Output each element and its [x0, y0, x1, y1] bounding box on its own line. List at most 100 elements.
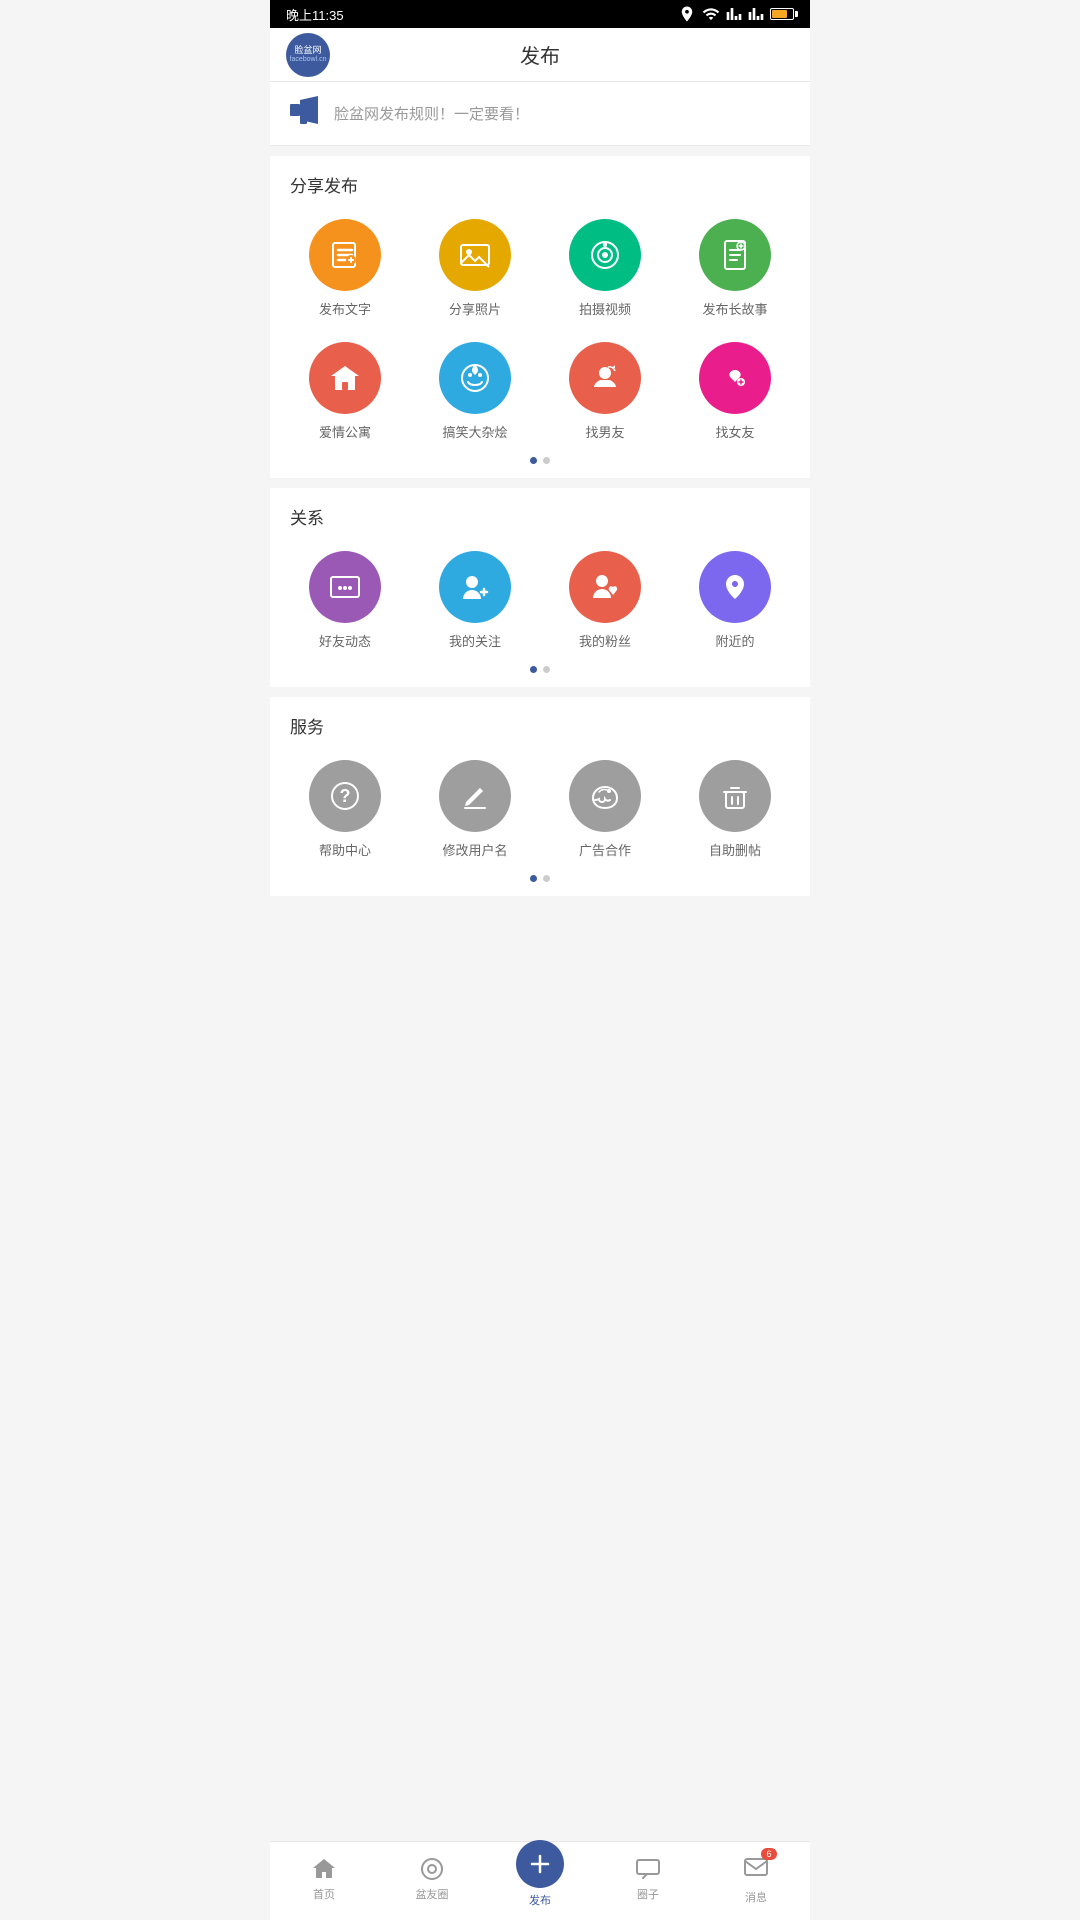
- my-fans-label: 我的粉丝: [579, 631, 631, 650]
- dot-active: [530, 457, 537, 464]
- share-dots: [270, 449, 810, 468]
- friends-feed-item[interactable]: 好友动态: [280, 543, 410, 658]
- record-video-item[interactable]: 拍摄视频: [540, 211, 670, 326]
- relation-dots: [270, 658, 810, 677]
- svg-text:?: ?: [340, 786, 351, 806]
- record-video-label: 拍摄视频: [579, 299, 631, 318]
- share-photo-item[interactable]: 分享照片: [410, 211, 540, 326]
- announcement-bar[interactable]: 脸盆网发布规则！一定要看！: [270, 82, 810, 146]
- my-fans-icon: [569, 551, 641, 623]
- service-section-title: 服务: [270, 713, 810, 752]
- logo-sub: facebowl.cn: [290, 56, 327, 63]
- nearby-icon: [699, 551, 771, 623]
- announcement-text: 脸盆网发布规则！一定要看！: [334, 103, 529, 124]
- long-story-label: 发布长故事: [702, 299, 767, 318]
- publish-text-label: 发布文字: [319, 299, 371, 318]
- publish-add-btn[interactable]: [516, 1840, 564, 1888]
- nav-publish[interactable]: 发布: [486, 1850, 594, 1908]
- status-time: 晚上11:35: [286, 5, 344, 24]
- long-story-item[interactable]: 发布长故事: [670, 211, 800, 326]
- share-photo-label: 分享照片: [449, 299, 501, 318]
- nav-messages-label: 消息: [745, 1889, 767, 1905]
- dot-inactive2: [543, 666, 550, 673]
- home-icon: [311, 1856, 337, 1882]
- my-fans-item[interactable]: 我的粉丝: [540, 543, 670, 658]
- announcement-icon: [290, 96, 322, 131]
- share-photo-icon: [439, 219, 511, 291]
- publish-text-item[interactable]: 发布文字: [280, 211, 410, 326]
- change-username-item[interactable]: 修改用户名: [410, 752, 540, 867]
- dot-active2: [530, 666, 537, 673]
- nav-groups[interactable]: 圈子: [594, 1856, 702, 1902]
- dot-inactive: [543, 457, 550, 464]
- help-label: 帮助中心: [319, 840, 371, 859]
- service-section: 服务 ? 帮助中心 修改用户名: [270, 697, 810, 896]
- find-girlfriend-icon: [699, 342, 771, 414]
- nav-messages[interactable]: 6 消息: [702, 1854, 810, 1905]
- battery-icon: [770, 8, 794, 20]
- funny-item[interactable]: 搞笑大杂烩: [410, 334, 540, 449]
- plus-icon: [526, 1850, 554, 1878]
- change-username-icon: [439, 760, 511, 832]
- find-girlfriend-label: 找女友: [715, 422, 754, 441]
- share-section: 分享发布 发布文字 分享照片: [270, 156, 810, 478]
- share-grid: 发布文字 分享照片 拍摄视频: [270, 211, 810, 449]
- publish-text-icon: [309, 219, 381, 291]
- ad-coop-label: 广告合作: [579, 840, 631, 859]
- service-grid: ? 帮助中心 修改用户名: [270, 752, 810, 867]
- find-boyfriend-item[interactable]: 找男友: [540, 334, 670, 449]
- page-title: 发布: [520, 40, 560, 69]
- nav-publish-label: 发布: [529, 1892, 551, 1908]
- help-item[interactable]: ? 帮助中心: [280, 752, 410, 867]
- nav-home[interactable]: 首页: [270, 1856, 378, 1902]
- nearby-label: 附近的: [715, 631, 754, 650]
- ad-coop-icon: [569, 760, 641, 832]
- find-girlfriend-item[interactable]: 找女友: [670, 334, 800, 449]
- header: 脸盆网 facebowl.cn 发布: [270, 28, 810, 82]
- help-icon: ?: [309, 760, 381, 832]
- nav-groups-label: 圈子: [637, 1886, 659, 1902]
- signal2-icon: [748, 6, 764, 22]
- apartment-label: 爱情公寓: [319, 422, 371, 441]
- record-video-icon: [569, 219, 641, 291]
- ad-coop-item[interactable]: 广告合作: [540, 752, 670, 867]
- my-follow-icon: [439, 551, 511, 623]
- friends-feed-icon: [309, 551, 381, 623]
- find-boyfriend-icon: [569, 342, 641, 414]
- self-delete-icon: [699, 760, 771, 832]
- message-badge-container: 6: [743, 1854, 769, 1885]
- self-delete-item[interactable]: 自助删帖: [670, 752, 800, 867]
- self-delete-label: 自助删帖: [709, 840, 761, 859]
- alarm-icon: [678, 5, 696, 23]
- status-bar: 晚上11:35: [270, 0, 810, 28]
- change-username-label: 修改用户名: [442, 840, 507, 859]
- my-follow-item[interactable]: 我的关注: [410, 543, 540, 658]
- nav-friends[interactable]: 盆友圈: [378, 1856, 486, 1902]
- dot-active3: [530, 875, 537, 882]
- app-logo[interactable]: 脸盆网 facebowl.cn: [286, 33, 330, 77]
- nav-home-label: 首页: [313, 1886, 335, 1902]
- wifi-icon: [702, 5, 720, 23]
- relation-grid: 好友动态 我的关注 我的粉丝: [270, 543, 810, 658]
- find-boyfriend-label: 找男友: [585, 422, 624, 441]
- circle-icon: [419, 1856, 445, 1882]
- signal-icon: [726, 6, 742, 22]
- relation-section-title: 关系: [270, 504, 810, 543]
- funny-label: 搞笑大杂烩: [442, 422, 507, 441]
- nearby-item[interactable]: 附近的: [670, 543, 800, 658]
- long-story-icon: [699, 219, 771, 291]
- funny-icon: [439, 342, 511, 414]
- apartment-icon: [309, 342, 381, 414]
- my-follow-label: 我的关注: [449, 631, 501, 650]
- service-dots: [270, 867, 810, 886]
- message-badge: 6: [761, 1848, 777, 1860]
- friends-feed-label: 好友动态: [319, 631, 371, 650]
- bottom-nav: 首页 盆友圈 发布 圈子 6 消息: [270, 1841, 810, 1920]
- logo-text: 脸盆网: [294, 46, 321, 56]
- chat2-icon: [635, 1856, 661, 1882]
- relation-section: 关系 好友动态 我的关注: [270, 488, 810, 687]
- share-section-title: 分享发布: [270, 172, 810, 211]
- dot-inactive3: [543, 875, 550, 882]
- status-icons: [678, 5, 794, 23]
- apartment-item[interactable]: 爱情公寓: [280, 334, 410, 449]
